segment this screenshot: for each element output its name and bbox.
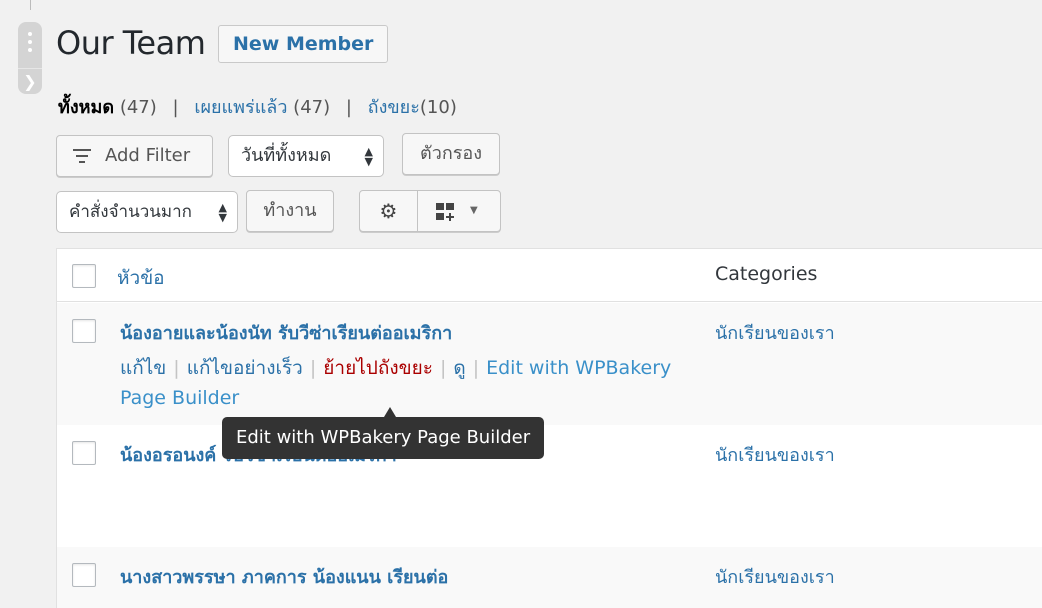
posts-table: หัวข้อ Categories น้องอายและน้องนัท รับว… xyxy=(56,248,1042,608)
date-filter-value: วันที่ทั้งหมด xyxy=(241,145,332,166)
view-all-count: (47) xyxy=(119,97,157,118)
row-category-link[interactable]: นักเรียนของเรา xyxy=(715,440,835,469)
table-header: หัวข้อ Categories xyxy=(57,249,1042,302)
tooltip: Edit with WPBakery Page Builder xyxy=(222,417,545,459)
view-mode-dropdown[interactable]: ▼ xyxy=(417,190,501,232)
select-caret-icon: ▲ ▼ xyxy=(364,145,373,168)
filter-lines-icon xyxy=(73,149,91,167)
action-divider: | xyxy=(173,357,180,379)
sidebar-collapse-handle[interactable]: ❯ xyxy=(18,22,42,94)
add-filter-label: Add Filter xyxy=(105,145,191,166)
row-title-link[interactable]: น้องอายและน้องนัท รับวีซ่าเรียนต่ออเมริก… xyxy=(120,318,452,347)
row-checkbox[interactable] xyxy=(72,563,96,587)
apply-bulk-button[interactable]: ทำงาน xyxy=(246,190,334,232)
filter-button[interactable]: ตัวกรอง xyxy=(402,133,500,175)
status-views: ทั้งหมด (47) | เผยแพร่แล้ว (47) | ถังขยะ… xyxy=(58,92,457,121)
gear-icon[interactable]: ⚙ xyxy=(359,190,418,232)
view-separator: | xyxy=(172,97,179,118)
chevron-down-icon: ▼ xyxy=(470,205,478,216)
edit-wpbakery-link-cont[interactable]: Page Builder xyxy=(120,387,239,409)
action-divider: | xyxy=(309,357,317,379)
grid-view-icon xyxy=(436,203,456,221)
date-filter-select[interactable]: วันที่ทั้งหมด ▲ ▼ xyxy=(228,135,384,177)
select-all-checkbox[interactable] xyxy=(72,264,96,288)
view-trash-count: (10) xyxy=(419,97,457,118)
bulk-actions-select[interactable]: คำสั่งจำนวนมาก ▲ ▼ xyxy=(56,191,238,233)
row-checkbox[interactable] xyxy=(72,441,96,465)
edit-wpbakery-link[interactable]: Edit with WPBakery xyxy=(486,357,671,379)
add-filter-button[interactable]: Add Filter xyxy=(56,135,213,177)
view-separator: | xyxy=(345,97,352,118)
table-row: นางสาวพรรษา ภาคการ น้องแนน เรียนต่อ นักเ… xyxy=(57,547,1042,608)
action-divider: | xyxy=(472,357,480,379)
edit-link[interactable]: แก้ไข xyxy=(120,357,166,379)
table-row: น้องอรอนงค์ รับวีซ่าเรียนต่ออเมริกา นักเ… xyxy=(57,425,1042,547)
view-published-link[interactable]: เผยแพร่แล้ว xyxy=(194,97,287,118)
view-link[interactable]: ดู xyxy=(453,357,465,379)
chevron-right-icon[interactable]: ❯ xyxy=(18,68,42,94)
select-caret-icon: ▲ ▼ xyxy=(218,201,227,224)
bulk-actions-value: คำสั่งจำนวนมาก xyxy=(69,202,192,222)
row-actions: แก้ไข | แก้ไขอย่างเร็ว | ย้ายไปถังขยะ | ดู | Edi… xyxy=(120,353,680,413)
action-divider: | xyxy=(439,357,447,379)
drag-dots-icon xyxy=(28,32,32,56)
trash-link[interactable]: ย้ายไปถังขยะ xyxy=(323,357,433,379)
new-member-button[interactable]: New Member xyxy=(218,25,389,63)
row-category-link[interactable]: นักเรียนของเรา xyxy=(715,318,835,347)
page-title: Our Team xyxy=(56,24,206,62)
row-category-link[interactable]: นักเรียนของเรา xyxy=(715,562,835,591)
view-trash-link[interactable]: ถังขยะ xyxy=(368,97,420,118)
row-checkbox[interactable] xyxy=(72,319,96,343)
tooltip-arrow xyxy=(384,407,396,417)
quick-edit-link[interactable]: แก้ไขอย่างเร็ว xyxy=(187,357,303,379)
view-published-count: (47) xyxy=(293,97,331,118)
row-title-link[interactable]: นางสาวพรรษา ภาคการ น้องแนน เรียนต่อ xyxy=(120,562,448,591)
column-header-title[interactable]: หัวข้อ xyxy=(117,263,165,293)
table-row: น้องอายและน้องนัท รับวีซ่าเรียนต่ออเมริก… xyxy=(57,303,1042,425)
left-guide-line xyxy=(30,0,31,10)
column-header-categories: Categories xyxy=(715,263,818,285)
view-all-link[interactable]: ทั้งหมด xyxy=(58,97,114,118)
